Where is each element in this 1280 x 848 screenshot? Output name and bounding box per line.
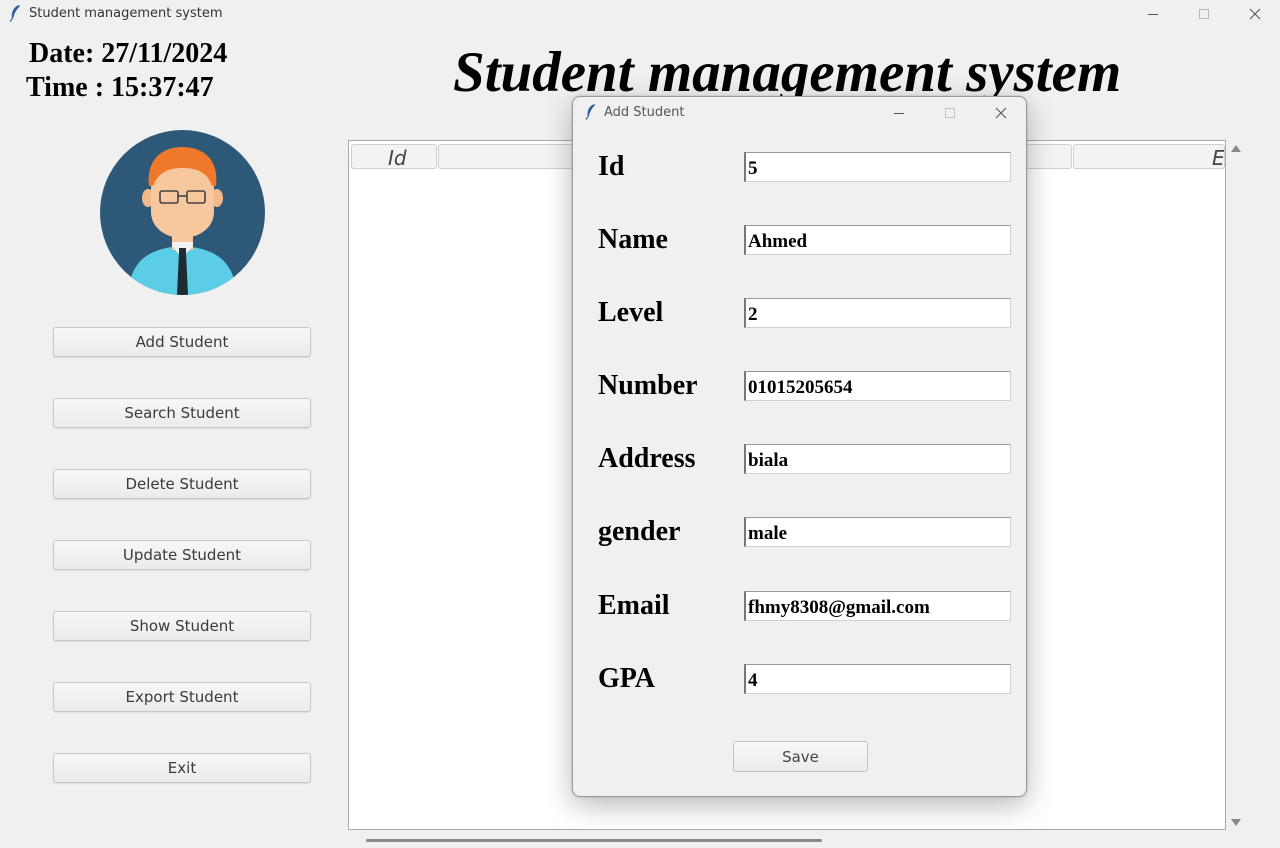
id-label: Id [598, 151, 625, 182]
add-student-button[interactable]: Add Student [53, 327, 311, 357]
add-student-dialog: Add Student Id Name Level Number Address… [572, 96, 1027, 797]
maximize-icon [1199, 9, 1209, 19]
exit-button[interactable]: Exit [53, 753, 311, 783]
show-student-button[interactable]: Show Student [53, 611, 311, 641]
number-field[interactable] [744, 371, 1011, 401]
close-icon [1249, 8, 1261, 20]
dialog-title-bar: Add Student [573, 97, 1026, 129]
level-label: Level [598, 297, 664, 328]
name-field[interactable] [744, 225, 1011, 255]
level-field[interactable] [744, 298, 1011, 328]
gpa-field[interactable] [744, 664, 1011, 694]
save-button[interactable]: Save [733, 741, 868, 772]
dialog-title: Add Student [604, 105, 685, 120]
id-field[interactable] [744, 152, 1011, 182]
email-field[interactable] [744, 591, 1011, 621]
maximize-icon [945, 108, 955, 118]
column-header-id[interactable]: Id [351, 144, 437, 170]
dialog-close-button[interactable] [978, 97, 1024, 129]
gender-field[interactable] [744, 517, 1011, 547]
scroll-down-arrow-icon[interactable] [1231, 819, 1241, 826]
column-header-label: Id [388, 146, 407, 170]
dialog-minimize-button[interactable] [876, 97, 922, 129]
horizontal-scrollbar[interactable] [366, 839, 822, 842]
column-header-email[interactable]: E [1073, 144, 1225, 169]
feather-app-icon [9, 5, 20, 22]
column-header[interactable] [1025, 144, 1072, 169]
address-label: Address [598, 443, 696, 474]
time-label: Time : 15:37:47 [26, 72, 214, 103]
minimize-icon [894, 113, 904, 114]
minimize-icon [1148, 14, 1158, 15]
gpa-label: GPA [598, 663, 656, 694]
window-title: Student management system [29, 6, 223, 21]
minimize-button[interactable] [1130, 0, 1176, 28]
date-label: Date: 27/11/2024 [29, 38, 228, 69]
number-label: Number [598, 370, 698, 401]
avatar [100, 130, 265, 295]
scroll-up-arrow-icon[interactable] [1231, 145, 1241, 152]
column-header[interactable] [438, 144, 578, 169]
dialog-maximize-button[interactable] [927, 97, 973, 129]
email-label: Email [598, 590, 670, 621]
close-icon [995, 107, 1007, 119]
address-field[interactable] [744, 444, 1011, 474]
title-bar: Student management system [0, 0, 1280, 28]
page-title: Student management system [453, 41, 1122, 104]
gender-label: gender [598, 516, 681, 547]
update-student-button[interactable]: Update Student [53, 540, 311, 570]
name-label: Name [598, 224, 668, 255]
export-student-button[interactable]: Export Student [53, 682, 311, 712]
feather-app-icon [585, 104, 596, 120]
delete-student-button[interactable]: Delete Student [53, 469, 311, 499]
close-button[interactable] [1232, 0, 1278, 28]
column-header-label: E [1212, 146, 1225, 169]
maximize-button[interactable] [1181, 0, 1227, 28]
search-student-button[interactable]: Search Student [53, 398, 311, 428]
